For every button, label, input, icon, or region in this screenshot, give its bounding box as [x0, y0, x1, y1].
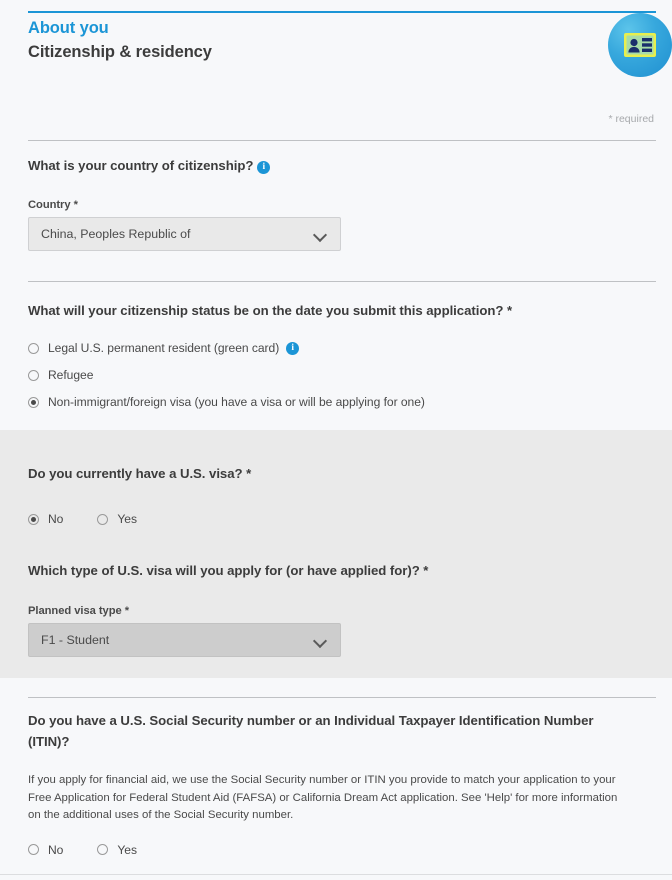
question-text: What is your country of citizenship?	[28, 158, 254, 173]
question-citizenship-status: What will your citizenship status be on …	[28, 300, 656, 409]
radio-indicator[interactable]	[28, 396, 39, 408]
radio-indicator[interactable]	[28, 369, 39, 381]
question-country-of-citizenship: What is your country of citizenship? i Co…	[28, 155, 656, 251]
chevron-down-icon	[315, 230, 326, 237]
radio-option-current-visa-yes[interactable]: Yes	[97, 512, 137, 526]
visa-type-field-label: Planned visa type *	[28, 605, 130, 617]
radio-option-current-visa-no[interactable]: No	[28, 512, 63, 526]
question-label: What will your citizenship status be on …	[28, 303, 513, 318]
radio-indicator[interactable]	[97, 513, 109, 525]
question-label: Do you currently have a U.S. visa? *	[28, 466, 252, 481]
header-accent-rule	[28, 11, 656, 13]
question-current-visa: Do you currently have a U.S. visa? * No …	[28, 463, 656, 526]
radio-label: Legal U.S. permanent resident (green car…	[48, 341, 280, 355]
country-select-value: China, Peoples Republic of	[41, 227, 191, 241]
question-label: Which type of U.S. visa will you apply f…	[28, 563, 429, 578]
divider-2	[28, 281, 656, 282]
divider-3	[28, 697, 656, 698]
country-select[interactable]: China, Peoples Republic of	[28, 217, 341, 251]
radio-option-non-immigrant-visa[interactable]: Non-immigrant/foreign visa (you have a v…	[28, 395, 622, 409]
visa-type-select-value: F1 - Student	[41, 633, 110, 647]
radio-indicator[interactable]	[97, 844, 109, 855]
radio-option-ssn-yes[interactable]: Yes	[97, 843, 137, 857]
radio-label: Yes	[117, 512, 137, 526]
question-text-line-1: Do you have a U.S. Social Security numbe…	[28, 713, 594, 728]
radio-label: No	[48, 512, 64, 526]
page-eyebrow: About you	[28, 19, 109, 37]
chevron-down-icon	[315, 636, 326, 643]
radio-label: Refugee	[48, 368, 94, 382]
radio-label: Yes	[117, 842, 137, 857]
question-ssn-itin: Do you have a U.S. Social Security numbe…	[28, 710, 656, 857]
radio-indicator[interactable]	[28, 844, 39, 855]
divider-bottom	[0, 874, 672, 875]
radio-indicator[interactable]	[28, 513, 39, 525]
required-note: * required	[608, 113, 654, 125]
citizenship-residency-form: About you Citizenship & residency * requ…	[0, 0, 672, 880]
radio-label: No	[48, 842, 64, 857]
radio-option-ssn-no[interactable]: No	[28, 843, 63, 857]
info-icon[interactable]: i	[286, 341, 300, 355]
radio-indicator[interactable]	[28, 342, 39, 354]
id-card-icon	[608, 13, 672, 77]
radio-label: Non-immigrant/foreign visa (you have a v…	[48, 395, 425, 409]
question-visa-type: Which type of U.S. visa will you apply f…	[28, 560, 656, 657]
visa-type-select[interactable]: F1 - Student	[28, 623, 341, 657]
info-icon[interactable]: i	[257, 161, 271, 174]
question-text-line-2: (ITIN)?	[28, 734, 70, 749]
question-label: Do you have a U.S. Social Security numbe…	[28, 710, 656, 752]
radio-option-refugee[interactable]: Refugee	[28, 368, 622, 382]
ssn-help-text: If you apply for financial aid, we use t…	[28, 774, 618, 821]
question-label: What is your country of citizenship? i	[28, 155, 656, 176]
radio-option-green-card[interactable]: Legal U.S. permanent resident (green car…	[28, 341, 622, 355]
country-field-label: Country *	[28, 199, 78, 211]
page-title: Citizenship & residency	[28, 43, 212, 61]
divider-1	[28, 140, 656, 141]
